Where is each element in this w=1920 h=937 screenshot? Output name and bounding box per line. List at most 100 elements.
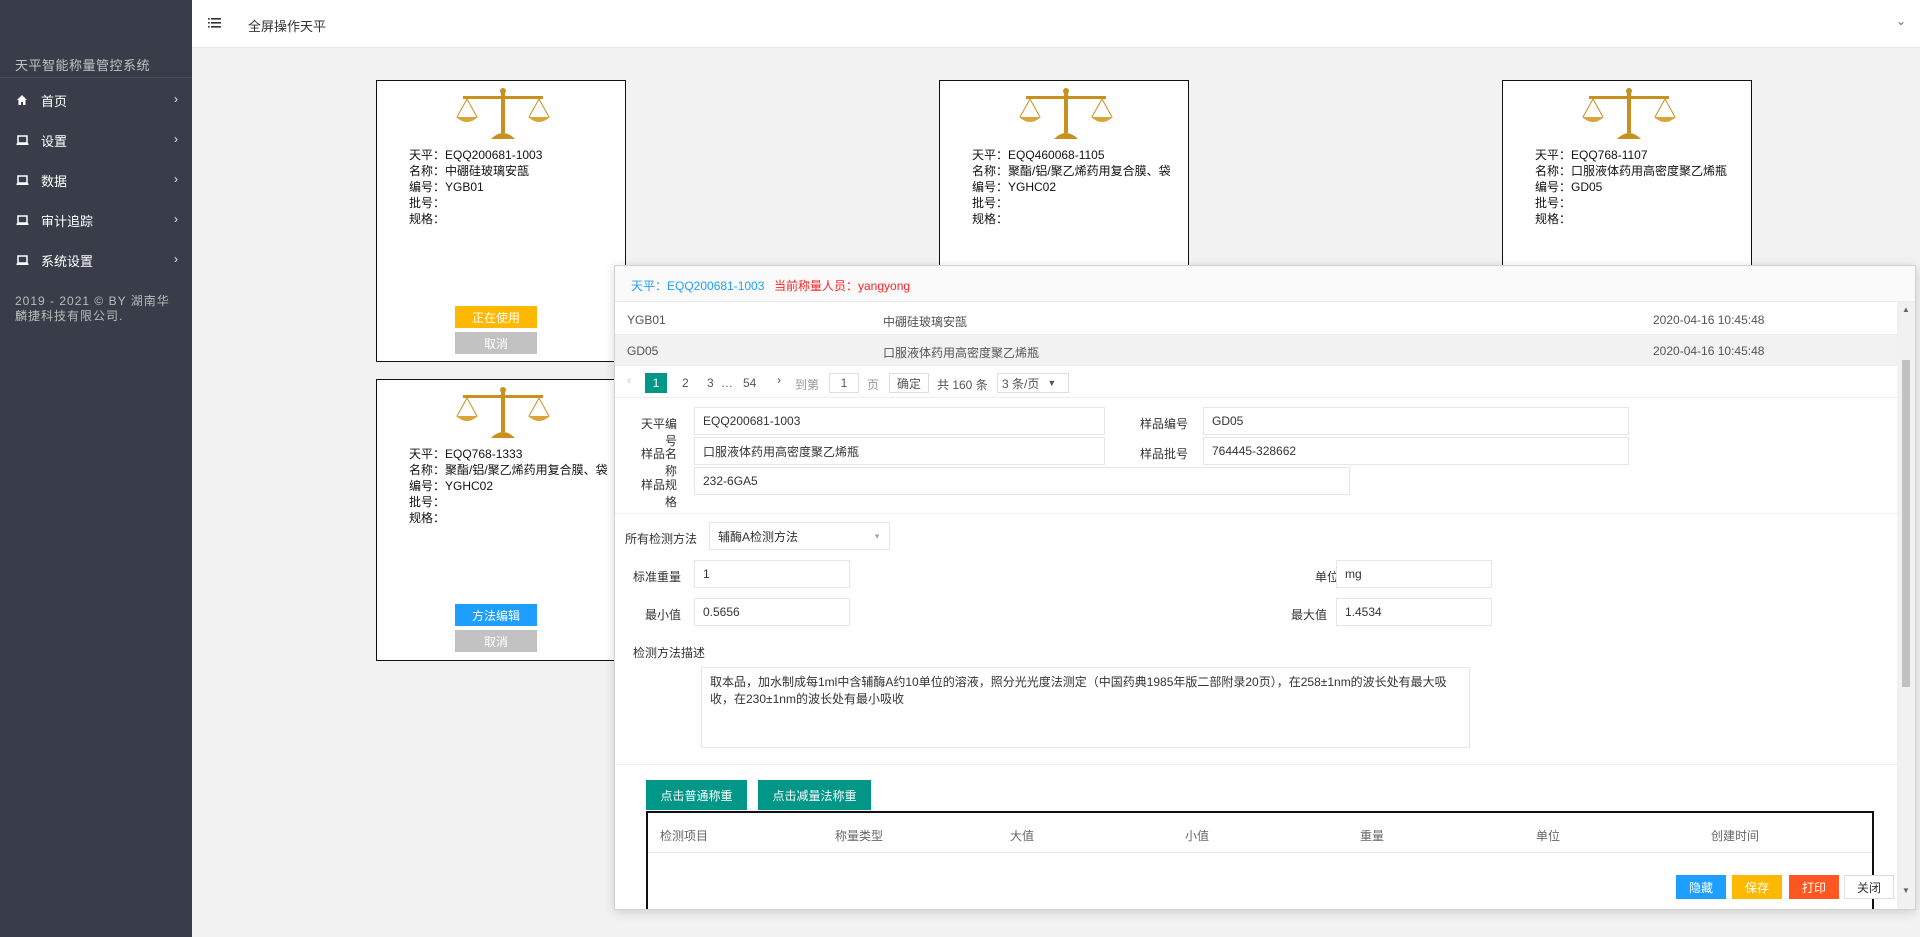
divider: [615, 764, 1897, 765]
save-button[interactable]: 保存: [1732, 875, 1782, 899]
card-balance: 天平：EQQ768-1333: [409, 447, 523, 461]
all-methods-label: 所有检测方法: [625, 532, 698, 546]
page-54[interactable]: 54: [743, 376, 756, 390]
chevron-right-icon: ›: [174, 132, 178, 146]
row-code: GD05: [627, 344, 659, 358]
card-name: 名称：聚酯/铝/聚乙烯药用复合膜、袋: [409, 463, 608, 477]
sidebar-item-label: 数据: [41, 173, 68, 189]
card-spec: 规格：: [409, 212, 446, 226]
card-balance: 天平：EQQ768-1107: [1535, 148, 1648, 162]
max-field[interactable]: 1.4534: [1336, 598, 1492, 626]
dialog-scrollbar[interactable]: ▲ ▼: [1897, 302, 1915, 909]
max-label: 最大值: [1290, 608, 1327, 622]
normal-weigh-button[interactable]: 点击普通称重: [646, 780, 747, 810]
dropdown-arrow-icon: ▼: [873, 532, 881, 541]
balance-scale-icon: [456, 387, 550, 438]
dialog-operator-label: 当前称量人员：yangyong: [774, 279, 911, 293]
sidebar-item-settings[interactable]: 设置 ›: [0, 120, 192, 160]
next-page-icon[interactable]: ›: [777, 373, 781, 387]
card-info: 天平：EQQ768-1107 名称：口服液体药用高密度聚乙烯瓶 编号：GD05 …: [1535, 147, 1727, 227]
sidebar-item-data[interactable]: 数据 ›: [0, 160, 192, 200]
list-item[interactable]: GD05 口服液体药用高密度聚乙烯瓶 2020-04-16 10:45:48: [615, 335, 1897, 366]
col-header: 称量类型: [835, 829, 884, 843]
sample-no-field[interactable]: GD05: [1203, 407, 1629, 435]
sidebar-item-label: 设置: [41, 133, 68, 149]
chevron-down-icon[interactable]: ⌄: [1896, 14, 1906, 28]
total-count: 共 160 条: [937, 378, 988, 392]
method-edit-button[interactable]: 方法编辑: [455, 604, 537, 626]
page-1[interactable]: 1: [645, 373, 667, 393]
min-field[interactable]: 0.5656: [694, 598, 850, 626]
subtract-weigh-button[interactable]: 点击减量法称重: [758, 780, 871, 810]
home-icon: [15, 93, 29, 107]
row-time: 2020-04-16 10:45:48: [1653, 313, 1765, 327]
table-header: 检测项目 称量类型 大值 小值 重量 单位 创建时间: [648, 813, 1872, 853]
page-unit-label: 页: [867, 378, 880, 392]
balance-no-field[interactable]: EQQ200681-1003: [694, 407, 1105, 435]
card-balance: 天平：EQQ200681-1003: [409, 148, 543, 162]
page-2[interactable]: 2: [682, 376, 689, 390]
sample-name-label: 样品名称: [640, 447, 677, 478]
balance-card: 天平：EQQ768-1333 名称：聚酯/铝/聚乙烯药用复合膜、袋 编号：YGH…: [376, 379, 626, 661]
row-name: 中硼硅玻璃安瓿: [883, 315, 968, 329]
std-weight-label: 标准重量: [633, 570, 682, 584]
laptop-icon: [15, 253, 29, 267]
page-input[interactable]: 1: [829, 373, 859, 393]
card-name: 名称：中硼硅玻璃安瓿: [409, 164, 530, 178]
chevron-right-icon: ›: [174, 252, 178, 266]
card-spec: 规格：: [972, 212, 1009, 226]
in-use-button[interactable]: 正在使用: [455, 306, 537, 328]
balance-scale-icon: [1582, 88, 1676, 139]
scroll-up-icon[interactable]: ▲: [1902, 305, 1910, 314]
col-header: 创建时间: [1711, 829, 1760, 843]
hide-button[interactable]: 隐藏: [1676, 875, 1726, 899]
card-name: 名称：聚酯/铝/聚乙烯药用复合膜、袋: [972, 164, 1171, 178]
balance-no-label: 天平编号: [640, 417, 677, 448]
top-header: 全屏操作天平 ⌄: [192, 0, 1920, 48]
row-code: YGB01: [627, 313, 666, 327]
sidebar-item-system-settings[interactable]: 系统设置 ›: [0, 240, 192, 280]
card-balance: 天平：EQQ460068-1105: [972, 148, 1105, 162]
close-button[interactable]: 关闭: [1844, 875, 1894, 899]
std-weight-field[interactable]: 1: [694, 560, 850, 588]
method-desc-textarea[interactable]: 取本品，加水制成每1ml中含辅酶A约10单位的溶液，照分光光度法测定（中国药典1…: [701, 667, 1470, 748]
divider: [615, 397, 1897, 398]
min-label: 最小值: [645, 608, 682, 622]
list-item[interactable]: YGB01 中硼硅玻璃安瓿 2020-04-16 10:45:48: [615, 304, 1897, 335]
col-header: 重量: [1360, 829, 1385, 843]
method-desc-label: 检测方法描述: [633, 646, 706, 660]
sample-spec-field[interactable]: 232-6GA5: [694, 467, 1350, 495]
scroll-thumb[interactable]: [1902, 360, 1910, 687]
laptop-icon: [15, 133, 29, 147]
row-time: 2020-04-16 10:45:48: [1653, 344, 1765, 358]
sidebar-item-label: 审计追踪: [41, 213, 94, 229]
per-page-select[interactable]: 3 条/页 ▼: [997, 373, 1069, 393]
unit-field[interactable]: mg: [1336, 560, 1492, 588]
sample-name-field[interactable]: 口服液体药用高密度聚乙烯瓶: [694, 437, 1105, 465]
copyright: 2019 - 2021 © BY 湖南华麟捷科技有限公司.: [15, 294, 170, 323]
cancel-button[interactable]: 取消: [455, 332, 537, 354]
page-ellipsis: …: [721, 376, 733, 390]
method-select[interactable]: 辅酶A检测方法 ▼: [709, 522, 890, 550]
sidebar-item-audit[interactable]: 审计追踪 ›: [0, 200, 192, 240]
chevron-right-icon: ›: [174, 212, 178, 226]
scroll-down-icon[interactable]: ▼: [1902, 886, 1910, 895]
sidebar-item-label: 系统设置: [41, 253, 94, 269]
laptop-icon: [15, 173, 29, 187]
print-button[interactable]: 打印: [1789, 875, 1839, 899]
card-code: 编号：YGB01: [409, 180, 484, 194]
col-header: 检测项目: [660, 829, 709, 843]
page-confirm-button[interactable]: 确定: [889, 373, 929, 393]
divider: [615, 513, 1897, 514]
cancel-button[interactable]: 取消: [455, 630, 537, 652]
sidebar: 天平智能称量管控系统 首页 › 设置 › 数据 › 审计追踪 › 系统设置 ›: [0, 0, 192, 937]
prev-page-icon[interactable]: ‹: [627, 373, 631, 387]
sidebar-item-home[interactable]: 首页 ›: [0, 80, 192, 120]
menu-toggle-icon[interactable]: [208, 16, 222, 30]
sample-batch-label: 样品批号: [1140, 447, 1189, 461]
balance-scale-icon: [1019, 88, 1113, 139]
sample-batch-field[interactable]: 764445-328662: [1203, 437, 1629, 465]
page-3[interactable]: 3: [707, 376, 714, 390]
card-spec: 规格：: [409, 511, 446, 525]
per-page-value: 3 条/页: [1002, 376, 1040, 391]
